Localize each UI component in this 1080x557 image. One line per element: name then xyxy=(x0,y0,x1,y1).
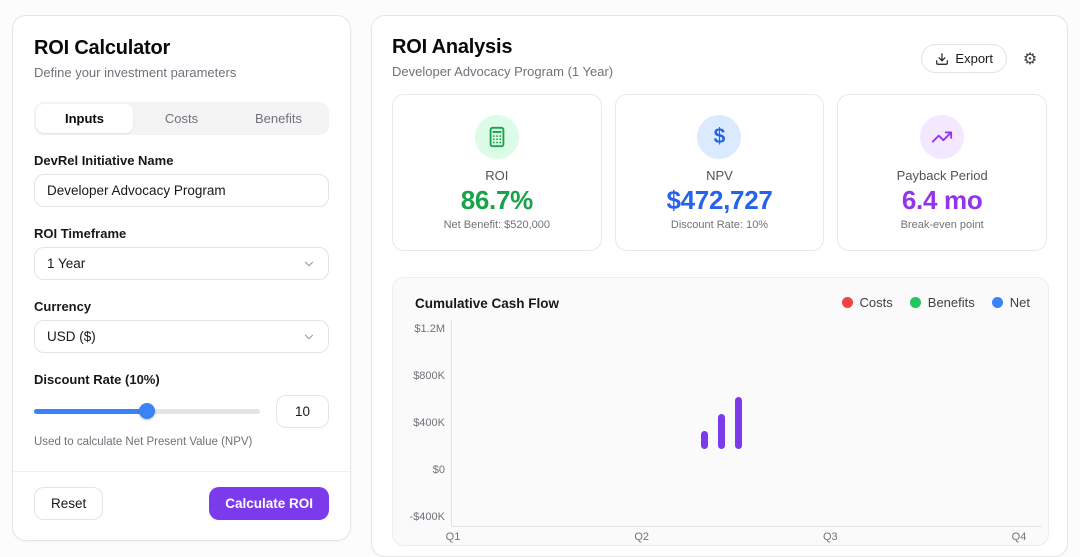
metric-label: NPV xyxy=(616,168,824,183)
discount-rate-input[interactable] xyxy=(276,395,329,428)
metric-value: $472,727 xyxy=(616,185,824,216)
metric-label: Payback Period xyxy=(838,168,1046,183)
tab-costs[interactable]: Costs xyxy=(133,104,230,133)
metric-subtext: Net Benefit: $520,000 xyxy=(393,219,601,231)
slider-thumb[interactable] xyxy=(139,403,155,419)
calculator-title: ROI Calculator xyxy=(34,37,329,60)
metric-card-roi: ROI 86.7% Net Benefit: $520,000 xyxy=(392,94,602,251)
x-axis-tick-label: Q4 xyxy=(999,531,1039,543)
legend-label: Net xyxy=(1010,295,1030,310)
initiative-name-label: DevRel Initiative Name xyxy=(34,153,329,168)
legend-dot-costs xyxy=(842,297,853,308)
discount-rate-label: Discount Rate (10%) xyxy=(34,372,329,387)
discount-rate-help: Used to calculate Net Present Value (NPV… xyxy=(34,436,329,448)
export-button[interactable]: Export xyxy=(921,44,1007,73)
discount-rate-slider[interactable] xyxy=(34,395,260,428)
metric-subtext: Discount Rate: 10% xyxy=(616,219,824,231)
y-axis-line xyxy=(451,320,452,526)
cash-flow-bar xyxy=(735,397,742,449)
y-axis-tick-label: -$400K xyxy=(395,511,445,523)
legend-dot-net xyxy=(992,297,1003,308)
calculator-icon xyxy=(475,115,519,159)
legend-label: Costs xyxy=(860,295,893,310)
dollar-glyph: $ xyxy=(714,125,726,149)
y-axis-tick-label: $400K xyxy=(395,417,445,429)
calculate-roi-button[interactable]: Calculate ROI xyxy=(209,487,329,520)
calculator-tabs: Inputs Costs Benefits xyxy=(34,102,329,135)
metric-cards: ROI 86.7% Net Benefit: $520,000 $ NPV $4… xyxy=(392,94,1047,251)
legend-dot-benefits xyxy=(910,297,921,308)
chevron-down-icon xyxy=(302,257,316,271)
x-axis-tick-label: Q3 xyxy=(810,531,850,543)
metric-value: 6.4 mo xyxy=(838,185,1046,216)
cash-flow-bar xyxy=(718,414,725,449)
currency-select[interactable]: USD ($) xyxy=(34,320,329,353)
gear-icon[interactable]: ⚙ xyxy=(1019,48,1041,70)
timeframe-label: ROI Timeframe xyxy=(34,226,329,241)
metric-label: ROI xyxy=(393,168,601,183)
x-axis-tick-label: Q1 xyxy=(433,531,473,543)
reset-button[interactable]: Reset xyxy=(34,487,103,520)
legend-item-net: Net xyxy=(992,295,1030,310)
y-axis-tick-label: $0 xyxy=(395,464,445,476)
timeframe-select[interactable]: 1 Year xyxy=(34,247,329,280)
tab-inputs[interactable]: Inputs xyxy=(36,104,133,133)
export-label: Export xyxy=(955,51,993,66)
initiative-name-input[interactable] xyxy=(34,174,329,207)
chevron-down-icon xyxy=(302,330,316,344)
currency-label: Currency xyxy=(34,299,329,314)
metric-card-payback: Payback Period 6.4 mo Break-even point xyxy=(837,94,1047,251)
download-icon xyxy=(935,52,949,66)
cash-flow-bar xyxy=(701,431,708,449)
calculator-subtitle: Define your investment parameters xyxy=(34,65,329,80)
x-axis-tick-label: Q2 xyxy=(622,531,662,543)
metric-value: 86.7% xyxy=(393,185,601,216)
metric-card-npv: $ NPV $472,727 Discount Rate: 10% xyxy=(615,94,825,251)
roi-calculator-panel: ROI Calculator Define your investment pa… xyxy=(12,15,351,541)
y-axis-tick-label: $1.2M xyxy=(395,323,445,335)
dollar-icon: $ xyxy=(697,115,741,159)
calculator-footer: Reset Calculate ROI xyxy=(13,471,350,540)
trending-up-icon xyxy=(920,115,964,159)
cash-flow-chart: Cumulative Cash Flow Costs Benefits Net … xyxy=(392,277,1049,546)
timeframe-value: 1 Year xyxy=(47,256,85,271)
legend-label: Benefits xyxy=(928,295,975,310)
tab-benefits[interactable]: Benefits xyxy=(230,104,327,133)
legend-item-benefits: Benefits xyxy=(910,295,975,310)
metric-subtext: Break-even point xyxy=(838,219,1046,231)
roi-analysis-panel: ROI Analysis Developer Advocacy Program … xyxy=(371,15,1068,557)
legend-item-costs: Costs xyxy=(842,295,893,310)
chart-legend: Costs Benefits Net xyxy=(842,295,1030,310)
chart-title: Cumulative Cash Flow xyxy=(415,296,559,311)
y-axis-tick-label: $800K xyxy=(395,370,445,382)
currency-value: USD ($) xyxy=(47,329,96,344)
x-axis-line xyxy=(451,526,1042,527)
slider-fill xyxy=(34,409,147,414)
